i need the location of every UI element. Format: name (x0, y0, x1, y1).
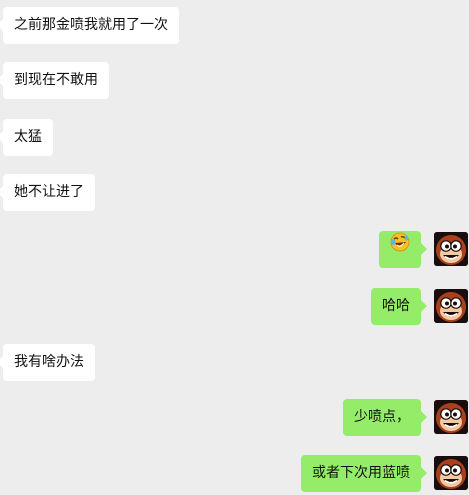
message-bubble[interactable]: 或者下次用蓝喷 (301, 455, 427, 492)
message-incoming: 之前那金喷我就用了一次 (0, 7, 469, 44)
monkey-avatar-icon[interactable] (434, 232, 468, 266)
message-outgoing: 哈哈 (0, 288, 469, 325)
message-bubble[interactable]: 之前那金喷我就用了一次 (0, 7, 179, 44)
message-incoming: 太猛 (0, 119, 469, 156)
message-bubble[interactable]: 到现在不敢用 (0, 62, 109, 99)
message-text: 太猛 (14, 129, 42, 145)
message-text: 少喷点， (354, 409, 410, 425)
message-bubble[interactable]: 哈哈 (371, 288, 427, 325)
message-bubble[interactable]: 太猛 (0, 119, 53, 156)
rolling-on-floor-laughing-emoji-icon (389, 231, 411, 268)
monkey-avatar-icon[interactable] (434, 400, 468, 434)
message-text: 她不让进了 (14, 184, 84, 200)
chat-message-list: 之前那金喷我就用了一次 到现在不敢用 太猛 她不让进了 哈哈 我有啥办法 少喷点… (0, 0, 469, 495)
message-text: 之前那金喷我就用了一次 (14, 17, 168, 33)
message-outgoing: 或者下次用蓝喷 (0, 455, 469, 492)
message-outgoing (0, 231, 469, 268)
message-text: 哈哈 (382, 298, 410, 314)
monkey-avatar-icon[interactable] (434, 456, 468, 490)
message-outgoing: 少喷点， (0, 399, 469, 436)
message-incoming: 到现在不敢用 (0, 62, 469, 99)
message-bubble[interactable]: 少喷点， (343, 399, 427, 436)
monkey-avatar-icon[interactable] (434, 289, 468, 323)
message-bubble[interactable]: 她不让进了 (0, 174, 95, 211)
message-text: 或者下次用蓝喷 (312, 465, 410, 481)
message-text: 到现在不敢用 (14, 72, 98, 88)
message-text: 我有啥办法 (14, 354, 84, 370)
message-bubble[interactable]: 我有啥办法 (0, 344, 95, 381)
message-incoming: 我有啥办法 (0, 344, 469, 381)
message-incoming: 她不让进了 (0, 174, 469, 211)
message-bubble[interactable] (379, 231, 427, 268)
